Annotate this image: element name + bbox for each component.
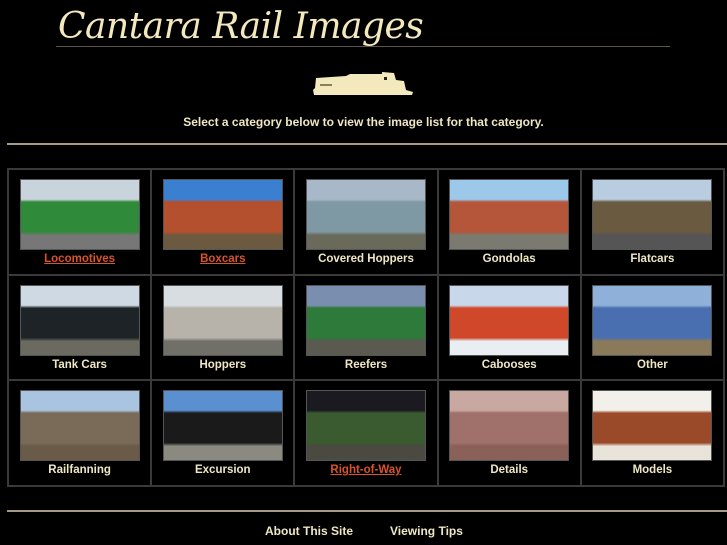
category-label[interactable]: Tank Cars (52, 359, 107, 371)
thumbnail-excursion[interactable] (162, 390, 283, 462)
thumbnail-models[interactable] (592, 390, 713, 462)
category-label[interactable]: Flatcars (630, 253, 674, 265)
category-flatcars[interactable]: Flatcars (580, 169, 724, 275)
thumbnail-flatcars[interactable] (592, 179, 713, 250)
category-gondolas[interactable]: Gondolas (437, 169, 581, 275)
category-reefers[interactable]: Reefers (294, 274, 438, 381)
thumbnail-other[interactable] (592, 284, 713, 356)
category-label[interactable]: Railfanning (48, 464, 111, 476)
site-title: Cantara Rail Images (58, 6, 424, 47)
thumbnail-details[interactable] (449, 390, 570, 462)
viewing-tips-link[interactable]: Viewing Tips (390, 524, 463, 538)
about-link[interactable]: About This Site (265, 524, 353, 538)
category-label[interactable]: Models (633, 464, 673, 476)
category-grid: Locomotives Boxcars Covered Hoppers Gondola… (7, 168, 725, 487)
category-excursion[interactable]: Excursion (151, 380, 295, 486)
thumbnail-covered-hoppers[interactable] (305, 179, 426, 250)
thumbnail-cabooses[interactable] (449, 284, 570, 356)
category-railfanning[interactable]: Railfanning (8, 380, 152, 486)
category-label[interactable]: Cabooses (482, 359, 537, 371)
locomotive-logo-icon (313, 72, 413, 95)
category-label[interactable]: Hoppers (199, 359, 246, 371)
category-models[interactable]: Models (580, 380, 724, 486)
bottom-divider (7, 510, 727, 512)
category-label[interactable]: Locomotives (44, 253, 115, 265)
category-boxcars[interactable]: Boxcars (151, 169, 295, 275)
category-label[interactable]: Reefers (345, 359, 387, 371)
thumbnail-boxcars[interactable] (162, 179, 283, 250)
category-covered-hoppers[interactable]: Covered Hoppers (294, 169, 438, 275)
thumbnail-tank-cars[interactable] (19, 284, 140, 356)
category-label[interactable]: Excursion (195, 464, 251, 476)
thumbnail-reefers[interactable] (305, 284, 426, 356)
category-hoppers[interactable]: Hoppers (151, 274, 295, 381)
category-label[interactable]: Covered Hoppers (318, 253, 414, 265)
category-right-of-way[interactable]: Right-of-Way (294, 380, 438, 486)
category-cabooses[interactable]: Cabooses (437, 274, 581, 381)
category-label[interactable]: Other (637, 359, 668, 371)
category-label[interactable]: Gondolas (483, 253, 536, 265)
thumbnail-railfanning[interactable] (19, 390, 140, 462)
category-label[interactable]: Right-of-Way (330, 464, 401, 476)
category-tank-cars[interactable]: Tank Cars (8, 274, 152, 381)
category-other[interactable]: Other (580, 274, 724, 381)
thumbnail-right-of-way[interactable] (305, 390, 426, 462)
category-label[interactable]: Boxcars (200, 253, 245, 265)
intro-text: Select a category below to view the imag… (183, 115, 544, 129)
category-details[interactable]: Details (437, 380, 581, 486)
category-label[interactable]: Details (490, 464, 528, 476)
thumbnail-gondolas[interactable] (449, 179, 570, 250)
category-locomotives[interactable]: Locomotives (8, 169, 152, 275)
top-divider (7, 143, 727, 145)
thumbnail-locomotives[interactable] (19, 179, 140, 250)
thumbnail-hoppers[interactable] (162, 284, 283, 356)
title-divider (56, 46, 670, 47)
